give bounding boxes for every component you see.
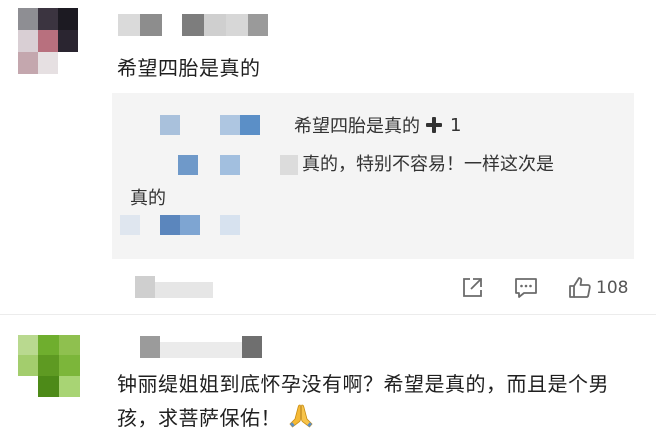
comment-thread: 希望四胎是真的 希望四胎是真的 1 真的，特别不容易！一样这次是 真的 108 … <box>0 0 656 437</box>
comment-icon <box>515 278 537 298</box>
reply-line: 希望四胎是真的 1 <box>294 112 461 138</box>
like-button[interactable]: 108 <box>568 276 638 300</box>
reply-line: 真的 <box>130 188 166 209</box>
thumbs-up-icon <box>569 277 591 298</box>
share-icon <box>463 278 482 297</box>
share-button[interactable] <box>460 276 486 300</box>
reply-line: 真的，特别不容易！一样这次是 <box>302 154 554 175</box>
reply-preview-box[interactable]: 希望四胎是真的 1 真的，特别不容易！一样这次是 真的 <box>112 93 634 259</box>
comment-button[interactable] <box>514 276 540 300</box>
avatar[interactable] <box>18 335 80 397</box>
reply-text: 希望四胎是真的 <box>294 116 420 137</box>
divider <box>0 314 656 315</box>
plus-icon <box>424 115 444 135</box>
praying-hands-icon <box>289 404 313 428</box>
timestamp-pixelated <box>135 276 213 298</box>
username-pixelated[interactable] <box>118 14 268 36</box>
comment-text: 钟丽缇姐姐到底怀孕没有啊？希望是真的，而且是个男孩，求菩萨保佑！ <box>117 367 647 435</box>
comment-text: 希望四胎是真的 <box>117 56 261 80</box>
avatar[interactable] <box>18 8 78 74</box>
username-pixelated[interactable] <box>140 336 270 358</box>
like-count: 108 <box>596 278 629 298</box>
comment-body: 钟丽缇姐姐到底怀孕没有啊？希望是真的，而且是个男孩，求菩萨保佑！ <box>117 372 609 430</box>
reply-text-suffix: 1 <box>450 114 462 136</box>
